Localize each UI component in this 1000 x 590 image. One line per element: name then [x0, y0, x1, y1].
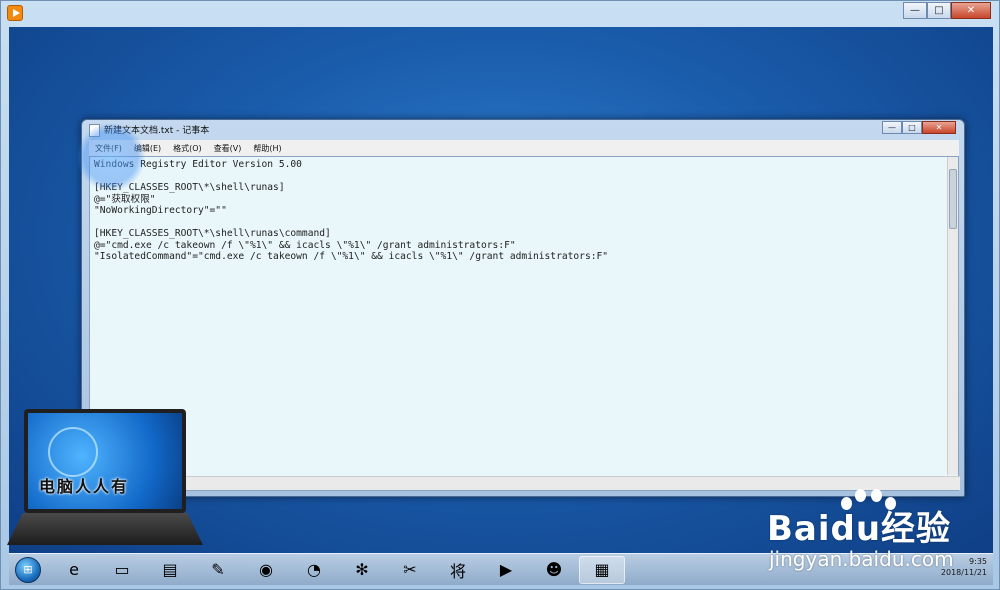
- notepad-icon: [89, 124, 100, 137]
- notepad-maximize-button[interactable]: □: [902, 121, 922, 134]
- player-app-icon[interactable]: [7, 5, 23, 21]
- notepad-window-controls: — □ ✕: [882, 121, 956, 134]
- taskbar-paint-icon[interactable]: ✎: [195, 556, 241, 584]
- laptop-screen: [24, 409, 186, 513]
- player-titlebar: — □ ✕: [1, 1, 1000, 25]
- menu-help[interactable]: 帮助(H): [247, 143, 287, 154]
- laptop-logo-text: 电脑人人有: [38, 477, 129, 496]
- taskbar-ie-icon[interactable]: e: [51, 556, 97, 584]
- player-minimize-button[interactable]: —: [903, 2, 927, 19]
- taskbar-browser-icon[interactable]: ◔: [291, 556, 337, 584]
- taskbar-puppy-icon[interactable]: ☻: [531, 556, 577, 584]
- player-window: — □ ✕ 新建文本文档.txt - 记事本 — □ ✕ 文件(F) 编辑(E)…: [0, 0, 1000, 590]
- menu-file[interactable]: 文件(F): [89, 143, 128, 154]
- player-close-button[interactable]: ✕: [951, 2, 991, 19]
- notepad-titlebar[interactable]: 新建文本文档.txt - 记事本 — □ ✕: [82, 120, 964, 140]
- menu-edit[interactable]: 编辑(E): [128, 143, 167, 154]
- player-maximize-button[interactable]: □: [927, 2, 951, 19]
- taskbar-pinwheel-icon[interactable]: ✻: [339, 556, 385, 584]
- baidu-watermark: Baidu经验 jingyan.baidu.com: [761, 483, 997, 573]
- taskbar-explorer-icon[interactable]: ▤: [147, 556, 193, 584]
- menu-format[interactable]: 格式(O): [167, 143, 208, 154]
- vertical-scroll-thumb[interactable]: [949, 169, 957, 229]
- notepad-close-button[interactable]: ✕: [922, 121, 956, 134]
- laptop-base: [7, 513, 203, 545]
- taskbar-media-player-icon[interactable]: ▶: [483, 556, 529, 584]
- notepad-menubar: 文件(F) 编辑(E) 格式(O) 查看(V) 帮助(H): [89, 140, 959, 156]
- notepad-window: 新建文本文档.txt - 记事本 — □ ✕ 文件(F) 编辑(E) 格式(O)…: [81, 119, 965, 497]
- notepad-edit-area[interactable]: Windows Registry Editor Version 5.00 [HK…: [89, 156, 960, 491]
- menu-view[interactable]: 查看(V): [208, 143, 248, 154]
- notepad-title: 新建文本文档.txt - 记事本: [104, 126, 210, 136]
- notepad-text-content[interactable]: Windows Registry Editor Version 5.00 [HK…: [90, 159, 948, 477]
- taskbar-app-icon[interactable]: ◉: [243, 556, 289, 584]
- taskbar-tools-icon[interactable]: ✂: [387, 556, 433, 584]
- taskbar-items: e ▭ ▤ ✎ ◉ ◔ ✻ ✂ 将 ▶ ☻ ▦: [51, 555, 627, 584]
- start-button[interactable]: ⊞: [15, 556, 41, 583]
- player-window-controls: — □ ✕: [903, 2, 991, 20]
- vertical-scrollbar[interactable]: [947, 157, 958, 475]
- taskbar-chess-icon[interactable]: 将: [435, 556, 481, 584]
- taskbar-notepad-icon[interactable]: ▦: [579, 555, 625, 584]
- notepad-minimize-button[interactable]: —: [882, 121, 902, 134]
- baidu-logo-text: Baidu经验: [767, 509, 952, 549]
- baidu-url-text: jingyan.baidu.com: [769, 547, 954, 571]
- laptop-logo-watermark: 电脑人人有: [7, 409, 203, 551]
- taskbar-folder-icon[interactable]: ▭: [99, 556, 145, 584]
